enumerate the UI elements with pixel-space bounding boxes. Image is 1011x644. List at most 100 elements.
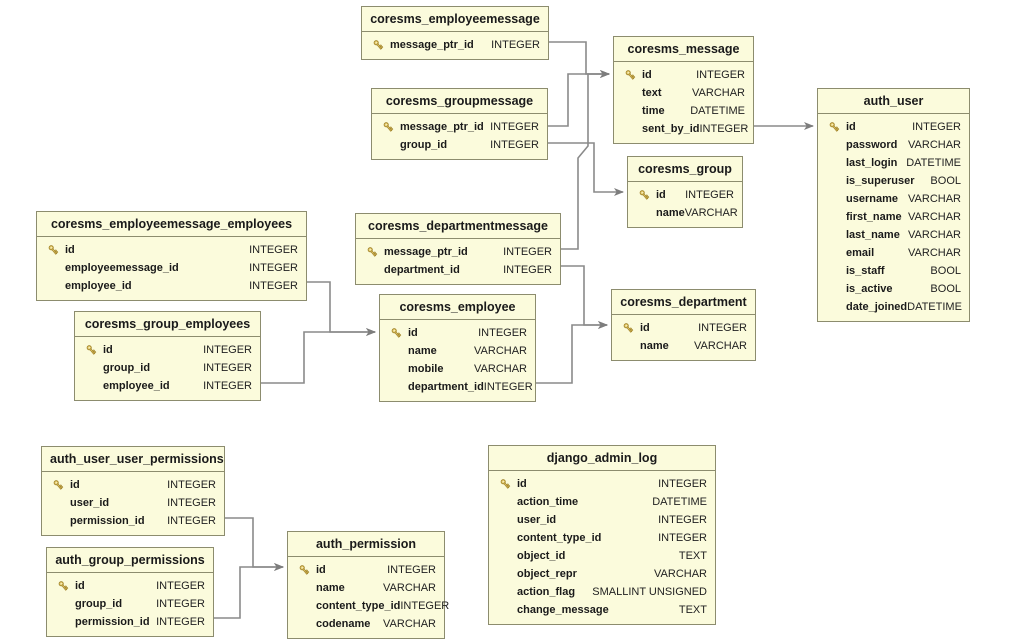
connector-groupmessage-message (548, 70, 610, 127)
connector-grouppermissions-permission (214, 563, 284, 619)
table-row[interactable]: date_joined DATETIME (818, 298, 969, 316)
table-row[interactable]: change_message TEXT (489, 601, 715, 619)
table-row[interactable]: name VARCHAR (612, 337, 755, 355)
table-row[interactable]: codename VARCHAR (288, 615, 444, 633)
table-row[interactable]: password VARCHAR (818, 136, 969, 154)
table-row[interactable]: permission_id INTEGER (47, 613, 213, 631)
field-type: VARCHAR (908, 139, 961, 151)
table-coresms_groupmessage[interactable]: coresms_groupmessage message_ptr_id INTEGE… (371, 88, 548, 160)
table-row[interactable]: group_id INTEGER (372, 136, 547, 154)
connector-groupmessage-group (548, 142, 624, 196)
table-field-list: id INTEGER employeemessage_id INTEGER employ… (37, 237, 306, 300)
table-coresms_employee[interactable]: coresms_employee id INTEGER name VARCHAR mobi… (379, 294, 536, 402)
table-row[interactable]: id INTEGER (37, 241, 306, 259)
table-row[interactable]: message_ptr_id INTEGER (372, 118, 547, 136)
field-type: DATETIME (652, 496, 707, 508)
field-type: VARCHAR (908, 247, 961, 259)
key-icon (495, 478, 515, 491)
field-type: VARCHAR (474, 363, 527, 375)
table-row[interactable]: object_repr VARCHAR (489, 565, 715, 583)
table-row[interactable]: text VARCHAR (614, 84, 753, 102)
field-type: INTEGER (912, 121, 961, 133)
key-icon (368, 39, 388, 52)
table-row[interactable]: group_id INTEGER (47, 595, 213, 613)
table-row[interactable]: id INTEGER (75, 341, 260, 359)
table-row[interactable]: last_login DATETIME (818, 154, 969, 172)
table-coresms_departmentmessage[interactable]: coresms_departmentmessage message_ptr_id I… (355, 213, 561, 285)
field-type: VARCHAR (474, 345, 527, 357)
field-type: INTEGER (203, 362, 252, 374)
table-row[interactable]: user_id INTEGER (42, 494, 224, 512)
key-icon (378, 121, 398, 134)
table-field-list: message_ptr_id INTEGER group_id INTEGER (372, 114, 547, 159)
table-row[interactable]: object_id TEXT (489, 547, 715, 565)
table-row[interactable]: action_flag SMALLINT UNSIGNED (489, 583, 715, 601)
table-title: coresms_group (628, 157, 742, 182)
table-row[interactable]: id INTEGER (614, 66, 753, 84)
table-row[interactable]: is_superuser BOOL (818, 172, 969, 190)
table-row[interactable]: first_name VARCHAR (818, 208, 969, 226)
field-name: mobile (408, 363, 444, 375)
field-name: name (656, 207, 685, 219)
field-type: INTEGER (156, 598, 205, 610)
table-row[interactable]: id INTEGER (47, 577, 213, 595)
table-auth_user_user_permissions[interactable]: auth_user_user_permissions id INTEGER user_… (41, 446, 225, 536)
table-row[interactable]: employeemessage_id INTEGER (37, 259, 306, 277)
field-name: id (517, 478, 527, 490)
table-coresms_department[interactable]: coresms_department id INTEGER name VARCHAR (611, 289, 756, 361)
table-row[interactable]: message_ptr_id INTEGER (356, 243, 560, 261)
table-coresms_employeemessage_employees[interactable]: coresms_employeemessage_employees id INTEG… (36, 211, 307, 301)
key-icon (634, 189, 654, 202)
table-django_admin_log[interactable]: django_admin_log id INTEGER action_time DATE… (488, 445, 716, 625)
table-coresms_message[interactable]: coresms_message id INTEGER text VARCHAR time D… (613, 36, 754, 144)
table-row[interactable]: sent_by_id INTEGER (614, 120, 753, 138)
table-row[interactable]: email VARCHAR (818, 244, 969, 262)
table-coresms_employeemessage[interactable]: coresms_employeemessage message_ptr_id INT… (361, 6, 549, 60)
table-row[interactable]: is_active BOOL (818, 280, 969, 298)
field-type: INTEGER (203, 344, 252, 356)
table-row[interactable]: id INTEGER (612, 319, 755, 337)
table-row[interactable]: group_id INTEGER (75, 359, 260, 377)
field-name: content_type_id (517, 532, 602, 544)
table-row[interactable]: id INTEGER (380, 324, 535, 342)
table-row[interactable]: permission_id INTEGER (42, 512, 224, 530)
table-field-list: message_ptr_id INTEGER (362, 32, 548, 59)
table-row[interactable]: username VARCHAR (818, 190, 969, 208)
table-row[interactable]: content_type_id INTEGER (489, 529, 715, 547)
key-icon (294, 564, 314, 577)
table-row[interactable]: last_name VARCHAR (818, 226, 969, 244)
table-row[interactable]: time DATETIME (614, 102, 753, 120)
table-field-list: id INTEGER name VARCHAR mobile VARCHAR departm… (380, 320, 535, 401)
table-row[interactable]: message_ptr_id INTEGER (362, 36, 548, 54)
table-row[interactable]: employee_id INTEGER (75, 377, 260, 395)
table-title: coresms_message (614, 37, 753, 62)
table-row[interactable]: employee_id INTEGER (37, 277, 306, 295)
table-row[interactable]: id INTEGER (489, 475, 715, 493)
connector-employeemessage-employees-employee (307, 281, 376, 336)
table-row[interactable]: mobile VARCHAR (380, 360, 535, 378)
table-auth_permission[interactable]: auth_permission id INTEGER name VARCHAR conte… (287, 531, 449, 639)
key-icon (386, 327, 406, 340)
table-coresms_group_employees[interactable]: coresms_group_employees id INTEGER group_id… (74, 311, 261, 401)
field-name: group_id (400, 139, 448, 151)
table-title: coresms_employeemessage (362, 7, 548, 32)
table-row[interactable]: department_id INTEGER (380, 378, 535, 396)
table-row[interactable]: id INTEGER (42, 476, 224, 494)
field-type: INTEGER (167, 479, 216, 491)
field-type: INTEGER (658, 478, 707, 490)
table-row[interactable]: id INTEGER (628, 186, 742, 204)
table-row[interactable]: id INTEGER (288, 561, 444, 579)
table-row[interactable]: id INTEGER (818, 118, 969, 136)
table-row[interactable]: action_time DATETIME (489, 493, 715, 511)
table-row[interactable]: name VARCHAR (628, 204, 742, 222)
table-row[interactable]: content_type_id INTEGER (288, 597, 449, 615)
table-coresms_group[interactable]: coresms_group id INTEGER name VARCHAR (627, 156, 743, 228)
table-row[interactable]: user_id INTEGER (489, 511, 715, 529)
table-auth_group_permissions[interactable]: auth_group_permissions id INTEGER group_id I… (46, 547, 214, 637)
field-type: INTEGER (658, 514, 707, 526)
table-row[interactable]: is_staff BOOL (818, 262, 969, 280)
table-auth_user[interactable]: auth_user id INTEGER password VARCHAR last_lo… (817, 88, 970, 322)
table-row[interactable]: name VARCHAR (288, 579, 444, 597)
table-row[interactable]: department_id INTEGER (356, 261, 560, 279)
table-row[interactable]: name VARCHAR (380, 342, 535, 360)
